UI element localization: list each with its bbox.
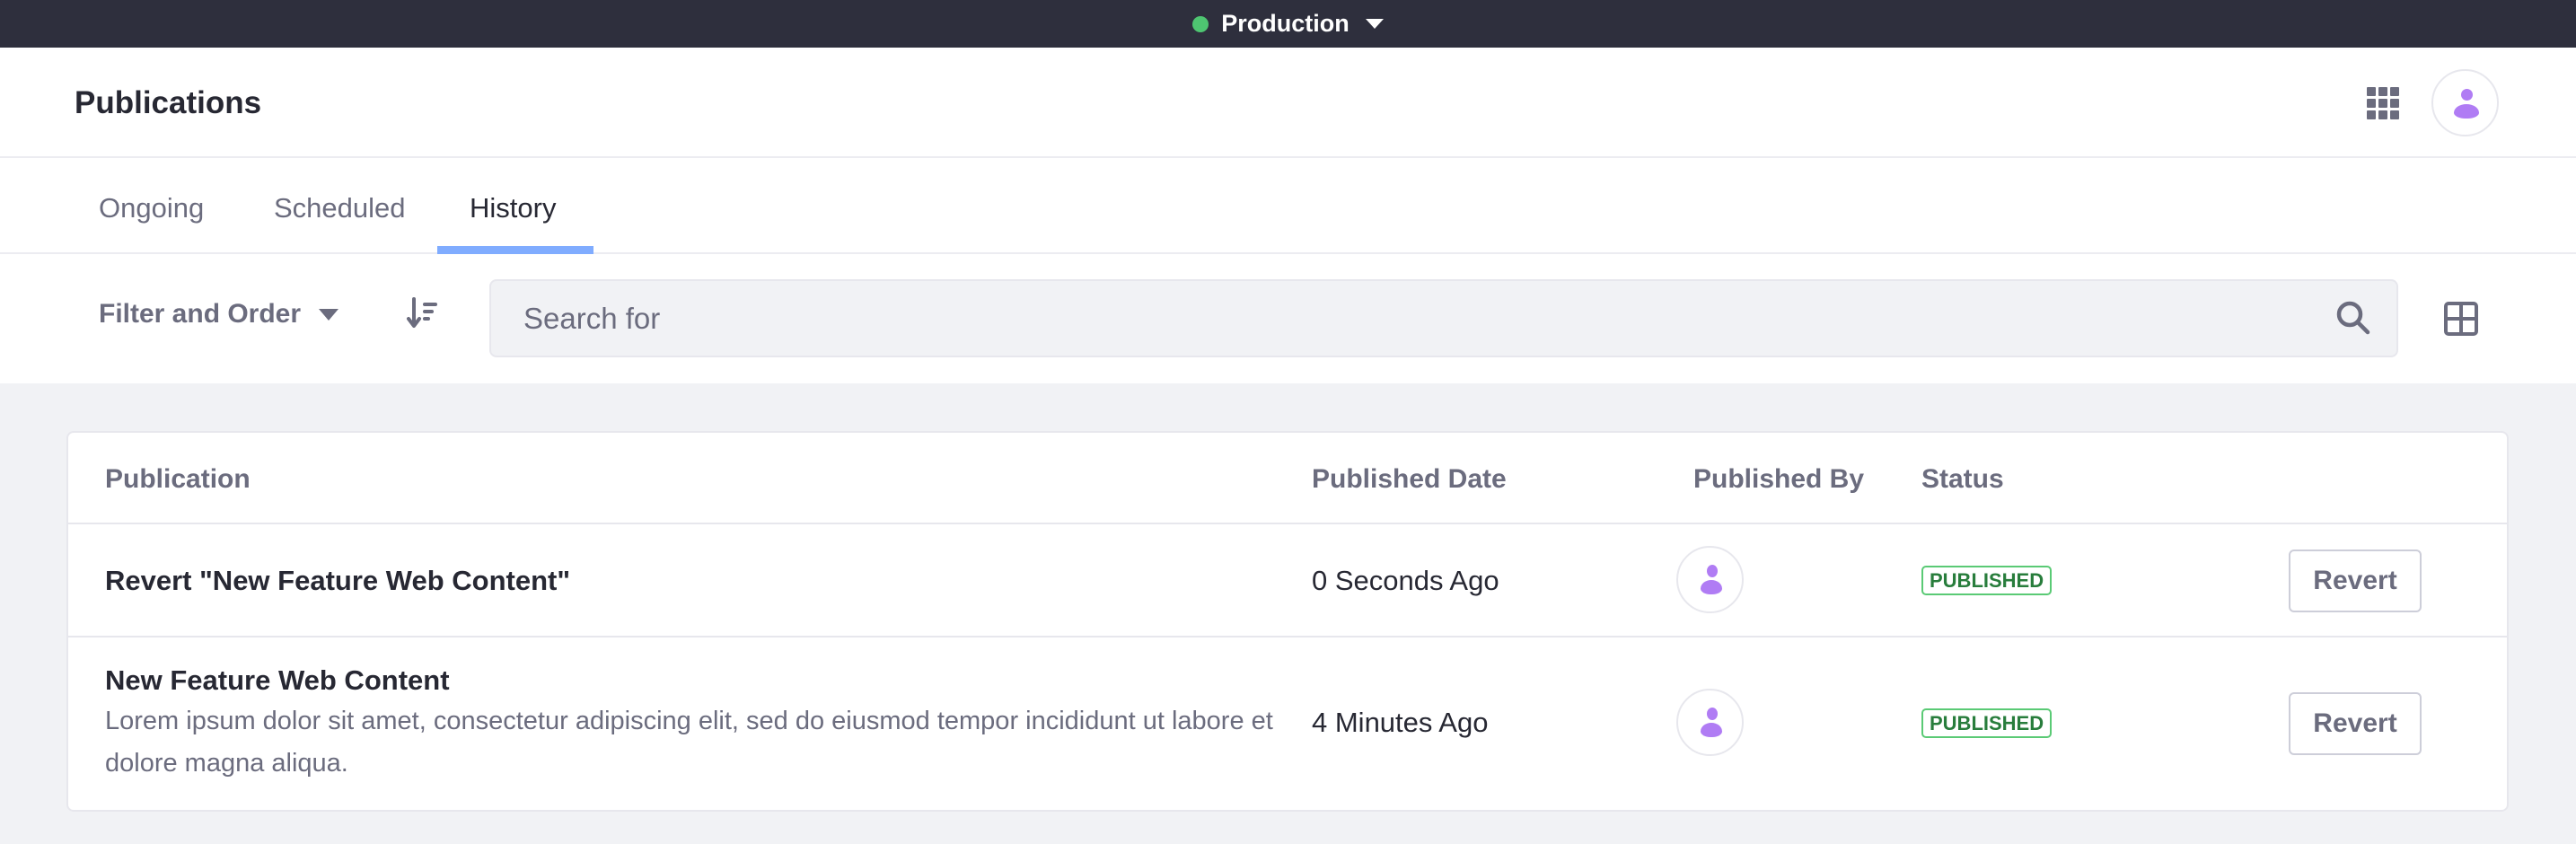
management-toolbar: Filter and Order bbox=[0, 254, 2576, 383]
published-by-avatar bbox=[1676, 689, 1744, 756]
published-by-avatar bbox=[1676, 546, 1744, 613]
tab-ongoing[interactable]: Ongoing bbox=[99, 192, 204, 224]
user-avatar-button[interactable] bbox=[2431, 69, 2499, 136]
page-header: Publications bbox=[0, 48, 2576, 158]
column-header-published-date: Published Date bbox=[1312, 464, 1507, 494]
active-tab-indicator bbox=[437, 246, 593, 254]
user-icon bbox=[2454, 89, 2479, 119]
display-style-button[interactable] bbox=[2444, 302, 2478, 336]
status-badge: PUBLISHED bbox=[1921, 708, 2053, 738]
environment-selector[interactable]: Production bbox=[1192, 10, 1384, 38]
tab-bar: Ongoing Scheduled History bbox=[0, 158, 2576, 254]
table-view-icon bbox=[2444, 302, 2478, 336]
caret-down-icon bbox=[319, 308, 339, 321]
filter-and-order-dropdown[interactable]: Filter and Order bbox=[99, 299, 339, 330]
environment-bar: Production bbox=[0, 0, 2576, 48]
column-header-status: Status bbox=[1921, 464, 2004, 494]
status-badge: PUBLISHED bbox=[1921, 566, 2053, 595]
revert-button[interactable]: Revert bbox=[2289, 692, 2422, 755]
search-bar bbox=[489, 279, 2398, 357]
sort-button[interactable] bbox=[406, 295, 442, 331]
caret-down-icon bbox=[1365, 19, 1384, 29]
search-icon bbox=[2336, 301, 2370, 335]
search-input[interactable] bbox=[523, 281, 2301, 356]
revert-button[interactable]: Revert bbox=[2289, 549, 2422, 612]
table-row: New Feature Web Content Lorem ipsum dolo… bbox=[68, 637, 2507, 812]
tab-history[interactable]: History bbox=[470, 192, 556, 224]
table-header: Publication Published Date Published By … bbox=[68, 433, 2507, 524]
environment-status-dot-icon bbox=[1192, 15, 1209, 32]
publication-title: New Feature Web Content bbox=[105, 664, 450, 696]
user-icon bbox=[1701, 565, 1722, 594]
search-button[interactable] bbox=[2334, 299, 2372, 337]
apps-grid-icon[interactable] bbox=[2365, 85, 2399, 119]
tab-scheduled[interactable]: Scheduled bbox=[274, 192, 406, 224]
filter-and-order-label: Filter and Order bbox=[99, 299, 302, 329]
user-icon bbox=[1701, 708, 1722, 737]
published-date: 0 Seconds Ago bbox=[1312, 565, 1499, 596]
page-title: Publications bbox=[75, 85, 262, 120]
environment-label: Production bbox=[1221, 10, 1350, 37]
publication-description: Lorem ipsum dolor sit amet, consectetur … bbox=[105, 707, 1273, 778]
published-date: 4 Minutes Ago bbox=[1312, 707, 1489, 738]
publication-title: Revert "New Feature Web Content" bbox=[105, 565, 571, 596]
sort-icon bbox=[407, 297, 437, 328]
table-row: Revert "New Feature Web Content" 0 Secon… bbox=[68, 524, 2507, 637]
publications-table: Publication Published Date Published By … bbox=[66, 431, 2509, 812]
column-header-publication: Publication bbox=[105, 464, 251, 494]
column-header-published-by: Published By bbox=[1693, 464, 1865, 494]
